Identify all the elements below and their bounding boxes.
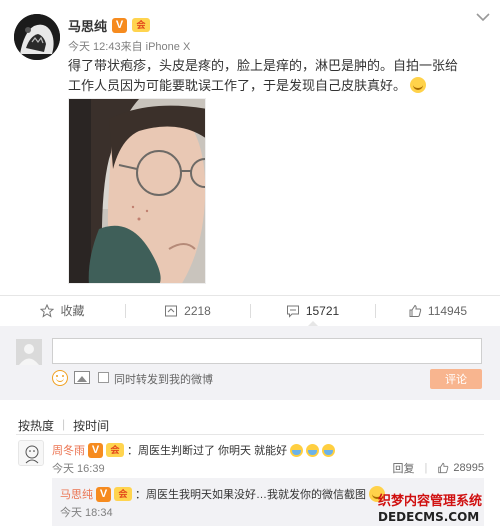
current-user-avatar (16, 339, 42, 365)
emoji-icon[interactable] (52, 370, 68, 386)
star-icon (40, 303, 55, 318)
comment-actions: 回复 | 28995 (393, 460, 484, 476)
like-count: 114945 (427, 303, 468, 318)
verified-icon: V (96, 486, 111, 502)
post-text: 得了带状疱疹，头皮是疼的，脸上是痒的，淋巴是肿的。自拍一张给工作人员因为可能要耽… (68, 56, 468, 96)
post-source: 来自 iPhone X (120, 41, 191, 53)
comment-line: 周冬雨 V 会 ：周医生判断过了 你明天 就能好 (52, 442, 336, 458)
comment-action-divider: | (424, 462, 428, 474)
also-repost-checkbox[interactable] (98, 372, 109, 383)
sort-by-time[interactable]: 按时间 (73, 417, 109, 434)
reply-time: 今天 18:34 (60, 507, 113, 519)
watermark-subtitle: DEDECMS.COM (378, 510, 480, 524)
vip-icon[interactable]: 会 (132, 18, 151, 32)
post-body: 得了带状疱疹，头皮是疼的，脸上是痒的，淋巴是肿的。自拍一张给工作人员因为可能要耽… (68, 58, 459, 93)
also-repost-label: 同时转发到我的微博 (114, 374, 213, 386)
comment-count: 15721 (305, 303, 340, 318)
author-name[interactable]: 马思纯 (68, 16, 107, 35)
image-icon[interactable] (74, 371, 90, 384)
verified-icon[interactable]: V (112, 17, 128, 33)
thumbs-up-icon (438, 462, 449, 474)
reply-user-name[interactable]: 马思纯 (60, 486, 93, 502)
smile-emoji-icon (409, 77, 426, 93)
favorite-label: 收藏 (60, 304, 85, 318)
sort-divider: | (62, 417, 66, 431)
post-action-bar: 收藏 2218 15721 114945 (0, 295, 500, 326)
laugh-cry-emoji-icon (290, 443, 304, 457)
comment-input[interactable] (52, 338, 482, 364)
comment-time: 今天 16:39 (52, 463, 105, 475)
vip-icon: 会 (114, 487, 132, 501)
reply-line: 马思纯 V 会 ：周医生我明天如果没好…我就发你的微信截图 (60, 486, 385, 502)
comment-icon (286, 305, 299, 318)
comment-sort-bar: 按热度 | 按时间 (18, 417, 109, 434)
laugh-cry-emoji-icon (306, 443, 320, 457)
laugh-cry-emoji-icon (322, 443, 336, 457)
post-meta: 今天 12:43 来自 iPhone X (68, 38, 190, 54)
weibo-post: 马思纯 V 会 今天 12:43 来自 iPhone X 得了带状疱疹，头皮是疼… (0, 0, 500, 295)
commenter-avatar[interactable] (18, 440, 44, 466)
author-row: 马思纯 V 会 (68, 16, 151, 35)
comment-composer: 同时转发到我的微博 评论 (0, 326, 500, 400)
favorite-button[interactable]: 收藏 (0, 296, 125, 325)
reply-text: ：周医生我明天如果没好…我就发你的微信截图 (135, 489, 366, 501)
comment-like-button[interactable]: 28995 (437, 462, 484, 474)
submit-comment-button[interactable]: 评论 (430, 369, 482, 389)
divider (16, 434, 484, 435)
chevron-down-icon[interactable] (476, 12, 490, 22)
commenter-name[interactable]: 周冬雨 (52, 442, 85, 458)
sort-by-hot[interactable]: 按热度 (18, 417, 54, 434)
site-watermark: 织梦内容管理系统 DEDECMS.COM (378, 490, 500, 526)
watermark-title: 织梦内容管理系统 (378, 493, 483, 508)
repost-count: 2218 (184, 303, 211, 318)
verified-icon: V (88, 442, 103, 458)
comment-like-count: 28995 (453, 462, 484, 474)
comment-text: ：周医生判断过了 你明天 就能好 (127, 445, 288, 457)
repost-icon (165, 305, 178, 316)
like-button[interactable]: 114945 (375, 296, 500, 325)
vip-icon: 会 (106, 443, 124, 457)
reply-button[interactable]: 回复 (393, 460, 415, 476)
thumbs-up-icon (409, 304, 422, 317)
repost-button[interactable]: 2218 (125, 296, 250, 325)
post-time[interactable]: 今天 12:43 (68, 38, 121, 54)
author-avatar[interactable] (14, 14, 60, 60)
comment-button[interactable]: 15721 (250, 296, 375, 326)
post-photo[interactable] (68, 98, 206, 284)
